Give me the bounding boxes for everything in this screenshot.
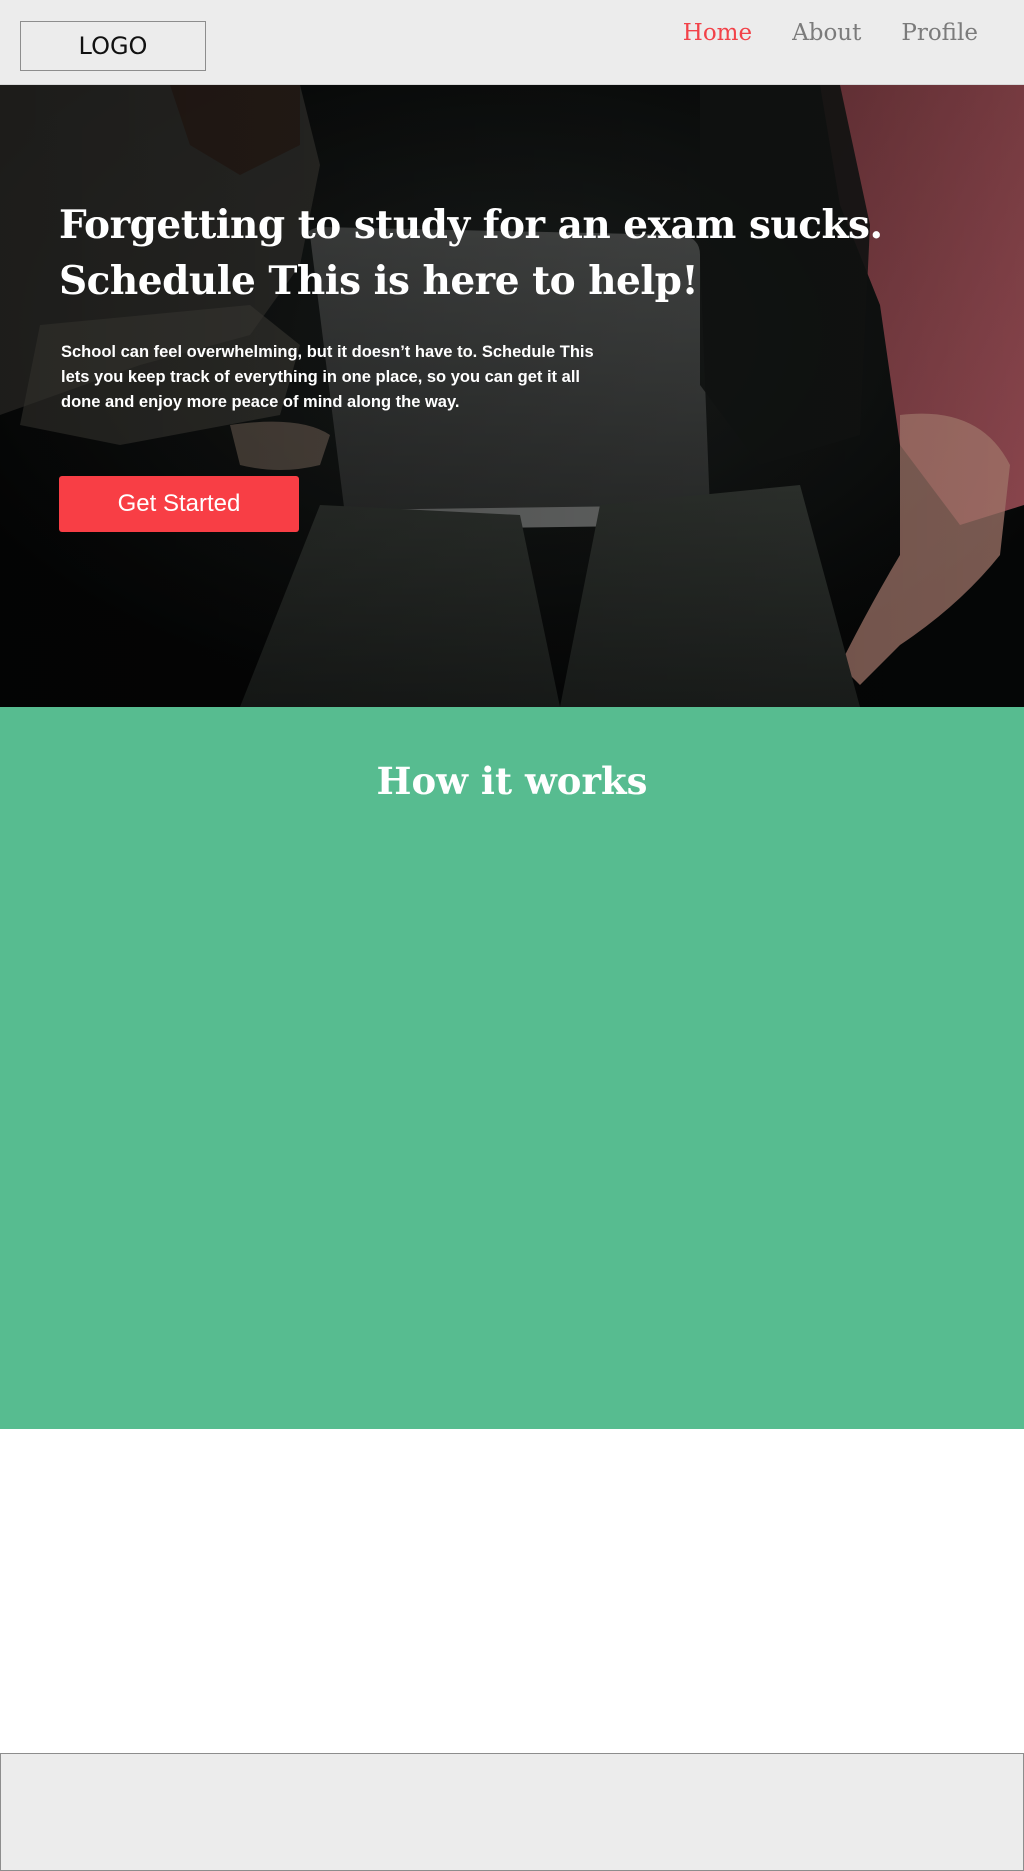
how-it-works-title: How it works	[376, 759, 648, 803]
hero-title: Forgetting to study for an exam sucks. S…	[59, 197, 883, 309]
nav-link-about[interactable]: About	[792, 20, 861, 46]
logo[interactable]: LOGO	[20, 21, 206, 71]
hero-description: School can feel overwhelming, but it doe…	[61, 343, 594, 411]
hero-title-line-2: Schedule This is here to help!	[59, 258, 699, 304]
nav-link-home[interactable]: Home	[683, 20, 752, 46]
how-it-works-section: How it works	[0, 707, 1024, 1429]
main-nav: Home About Profile	[683, 20, 978, 46]
nav-link-profile[interactable]: Profile	[901, 20, 978, 46]
get-started-button[interactable]: Get Started	[59, 476, 299, 532]
site-header: LOGO Home About Profile	[0, 0, 1024, 85]
site-footer	[0, 1753, 1024, 1871]
hero-title-line-1: Forgetting to study for an exam sucks.	[59, 202, 883, 248]
hero-section: Forgetting to study for an exam sucks. S…	[0, 85, 1024, 707]
